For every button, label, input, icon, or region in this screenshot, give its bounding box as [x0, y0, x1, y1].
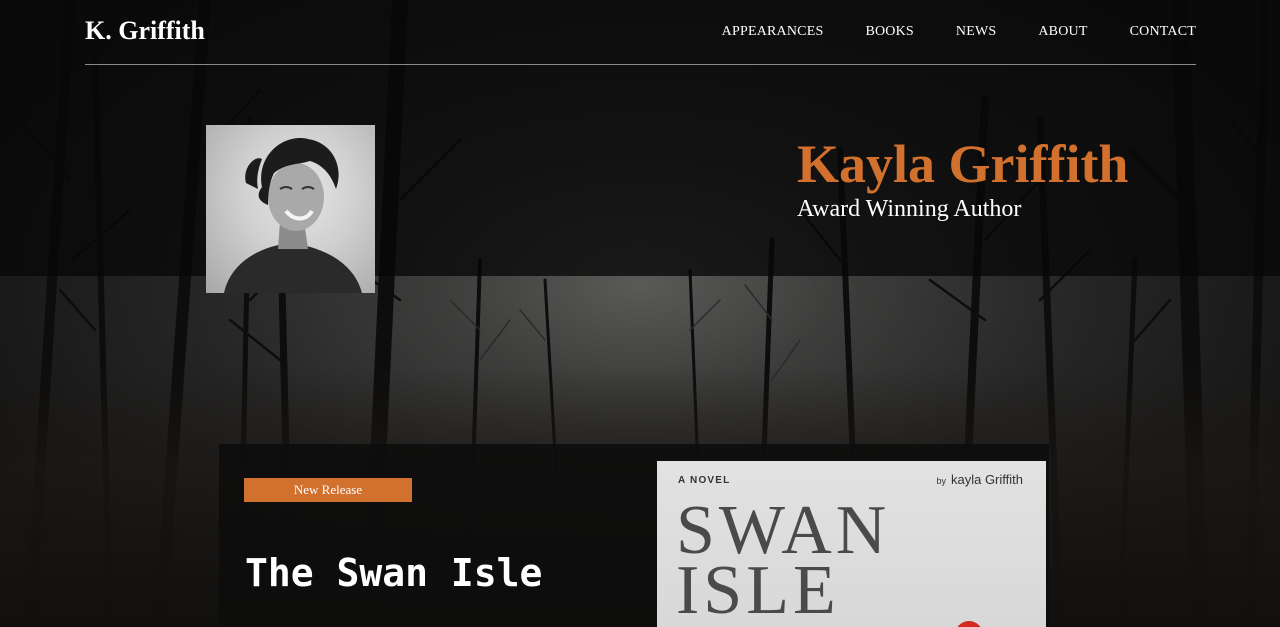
new-release-card: New Release The Swan Isle A NOVEL by kayl…	[219, 444, 1049, 627]
site-header: K. Griffith APPEARANCES BOOKS NEWS ABOUT…	[85, 0, 1196, 65]
author-portrait-icon	[224, 138, 362, 293]
author-photo	[206, 125, 375, 293]
main-nav: APPEARANCES BOOKS NEWS ABOUT CONTACT	[680, 24, 1196, 40]
nav-item-appearances[interactable]: APPEARANCES	[722, 24, 824, 40]
cover-author: by kayla Griffith	[936, 472, 1023, 487]
hero-text: Kayla Griffith Award Winning Author	[797, 134, 1128, 224]
nav-item-about[interactable]: ABOUT	[1038, 24, 1087, 40]
author-name-heading: Kayla Griffith	[797, 134, 1129, 194]
cover-author-name: kayla Griffith	[950, 472, 1023, 487]
cover-red-circle-icon	[955, 621, 983, 627]
page: K. Griffith APPEARANCES BOOKS NEWS ABOUT…	[0, 0, 1280, 627]
book-title[interactable]: The Swan Isle	[245, 550, 542, 596]
cover-title: SWAN ISLE	[676, 492, 891, 627]
nav-item-books[interactable]: BOOKS	[865, 24, 913, 40]
site-logo[interactable]: K. Griffith	[85, 16, 205, 46]
nav-item-news[interactable]: NEWS	[956, 24, 996, 40]
cover-kicker: A NOVEL	[678, 475, 731, 486]
new-release-badge: New Release	[244, 478, 412, 502]
author-tagline: Award Winning Author	[797, 196, 1022, 222]
nav-item-contact[interactable]: CONTACT	[1130, 24, 1196, 40]
book-cover[interactable]: A NOVEL by kayla Griffith SWAN ISLE	[657, 461, 1046, 627]
cover-author-by: by	[936, 476, 946, 486]
